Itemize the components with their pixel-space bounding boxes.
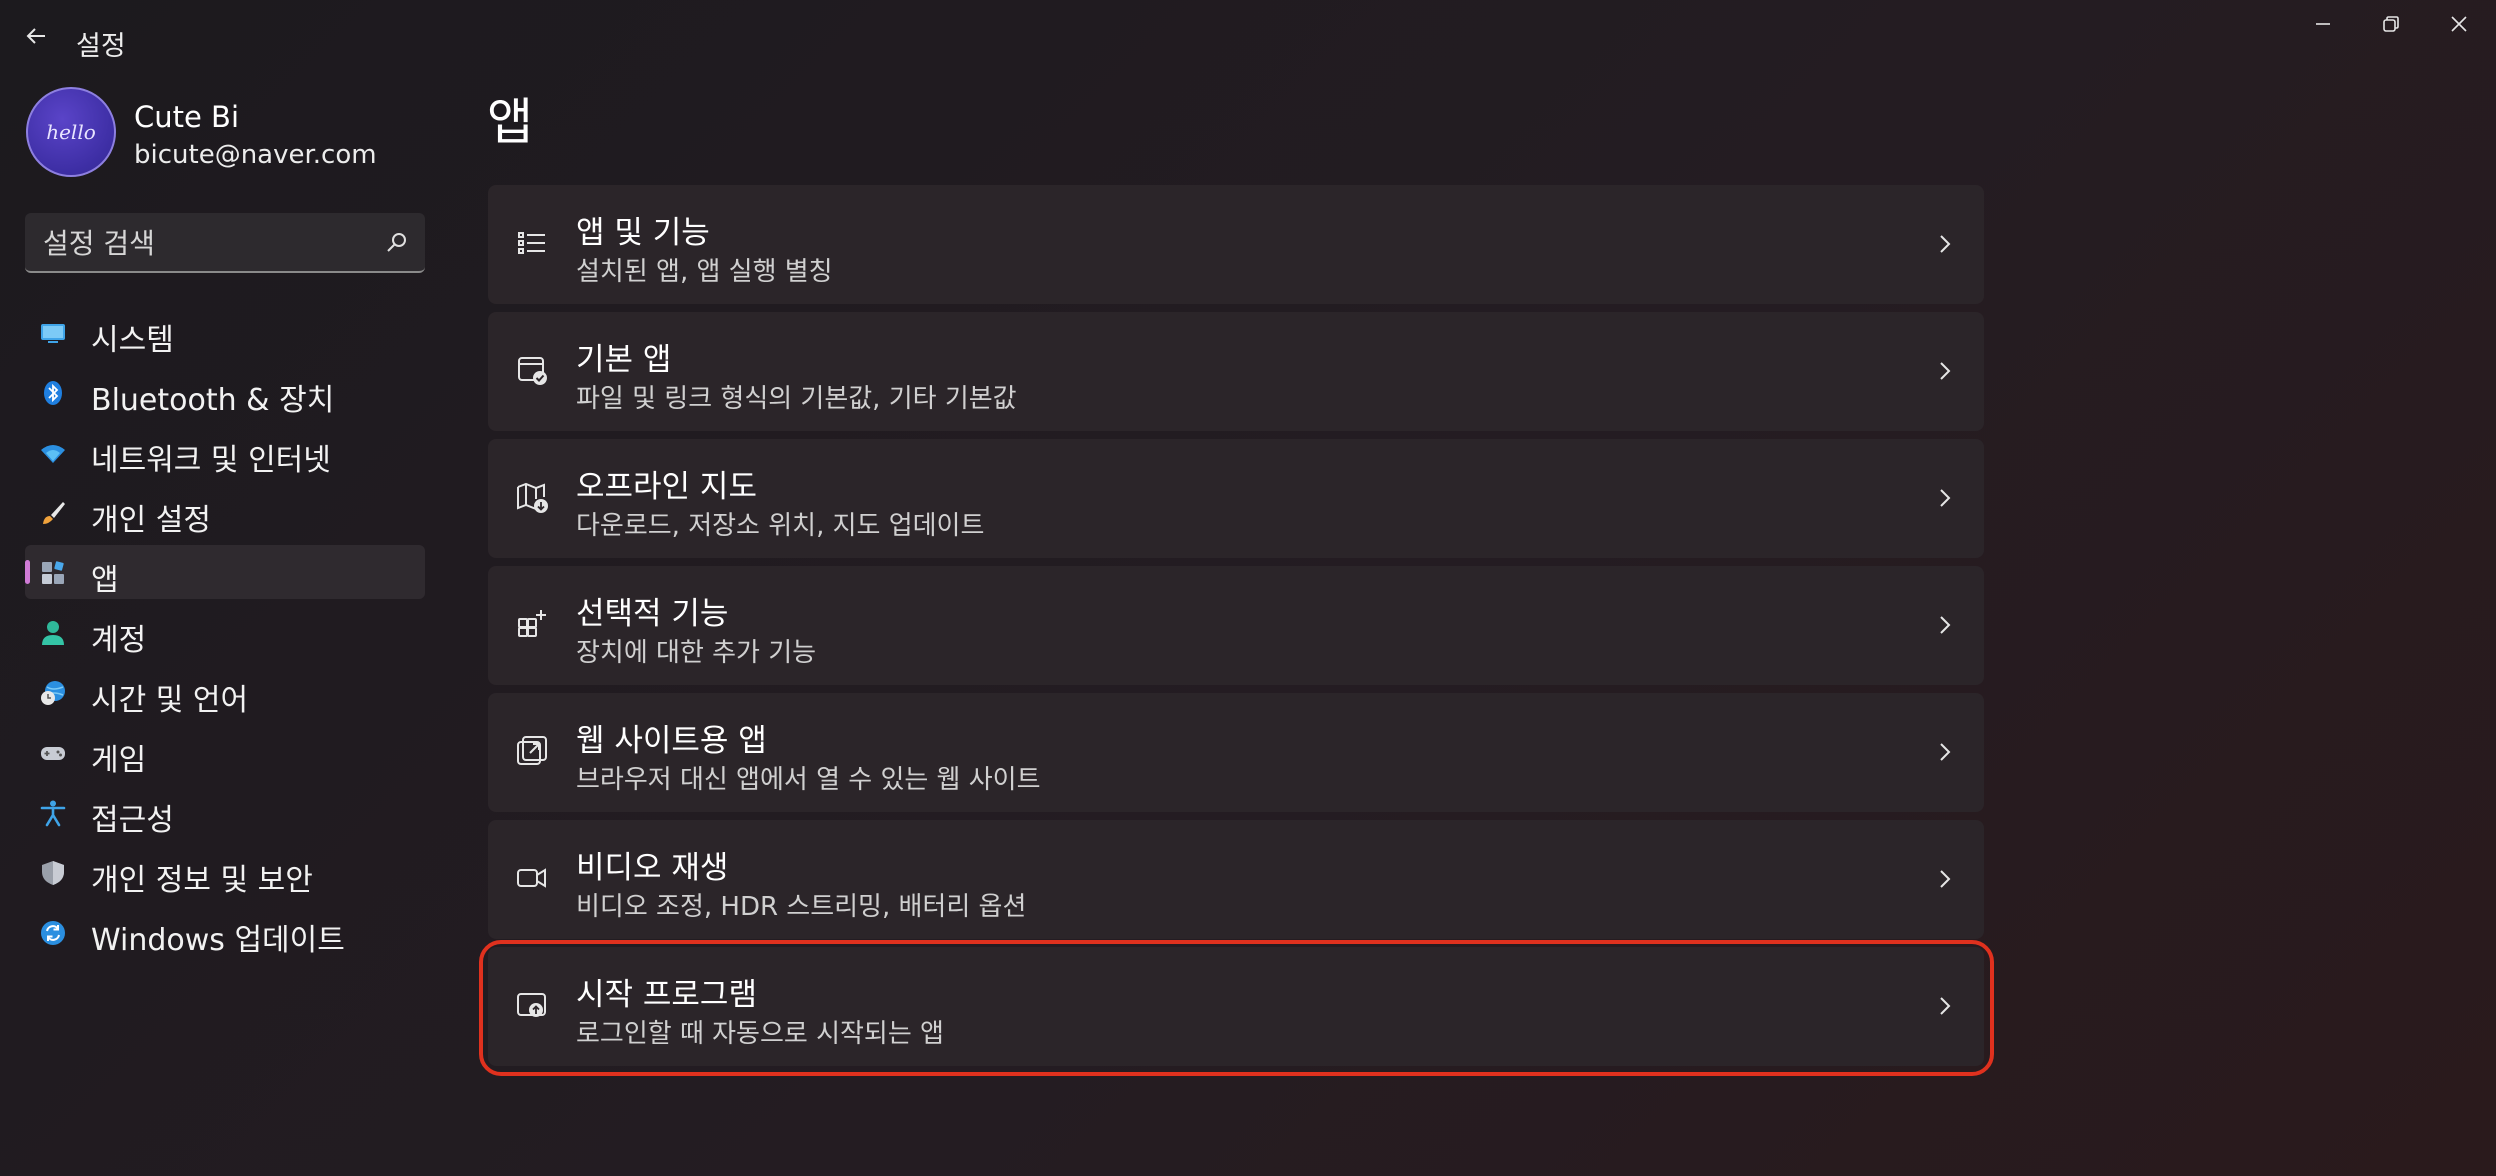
window-title: 설정 — [76, 31, 126, 62]
avatar-text: hello — [46, 120, 96, 144]
chevron-right-icon — [1940, 870, 1951, 888]
card-subtitle: 파일 및 링크 형식의 기본값, 기타 기본값 — [576, 384, 1017, 414]
gamepad-icon — [41, 747, 65, 760]
restore-button[interactable] — [2356, 0, 2426, 48]
close-icon — [2451, 16, 2467, 32]
user-email: bicute@naver.com — [134, 140, 377, 170]
title-bar: 설정 — [0, 0, 2496, 76]
sidebar-item-network[interactable]: 네트워크 및 인터넷 — [25, 425, 425, 479]
card-title: 앱 및 기능 — [576, 215, 710, 251]
sidebar-item-gaming[interactable]: 게임 — [25, 725, 425, 779]
card-apps-features[interactable]: 앱 및 기능 설치된 앱, 앱 실행 별칭 — [488, 185, 1984, 304]
sidebar-item-accessibility[interactable]: 접근성 — [25, 785, 425, 839]
brush-icon — [43, 502, 65, 524]
person-icon — [42, 621, 64, 645]
sidebar-nav: 시스템 Bluetooth & 장치 네트워크 및 인터넷 개인 설정 앱 계정… — [25, 305, 425, 965]
page-title: 앱 — [487, 93, 533, 151]
sidebar-item-label: 시스템 — [91, 323, 174, 358]
bluetooth-icon — [44, 381, 62, 405]
apps-icon — [42, 561, 64, 584]
accessibility-icon — [40, 800, 66, 827]
sidebar-item-label: Bluetooth & 장치 — [91, 383, 335, 418]
chevron-right-icon — [1940, 489, 1951, 507]
chevron-right-icon — [1940, 235, 1951, 253]
sidebar-item-accounts[interactable]: 계정 — [25, 605, 425, 659]
sidebar-item-windows-update[interactable]: Windows 업데이트 — [25, 905, 425, 959]
card-video-playback[interactable]: 비디오 재생 비디오 조정, HDR 스트리밍, 배터리 옵션 — [488, 820, 1984, 939]
card-subtitle: 장치에 대한 추가 기능 — [576, 638, 817, 668]
sidebar-item-time-language[interactable]: 시간 및 언어 — [25, 665, 425, 719]
sidebar-item-label: 개인 설정 — [91, 503, 211, 538]
sidebar-item-privacy-security[interactable]: 개인 정보 및 보안 — [25, 845, 425, 899]
sidebar-item-label: 개인 정보 및 보안 — [91, 863, 313, 898]
card-subtitle: 다운로드, 저장소 위치, 지도 업데이트 — [576, 511, 985, 541]
card-title: 웹 사이트용 앱 — [576, 723, 767, 759]
map-download-icon — [517, 482, 548, 513]
sidebar-item-label: 계정 — [91, 623, 147, 658]
sidebar-item-label: 게임 — [91, 743, 147, 778]
back-arrow-icon — [26, 28, 45, 44]
card-apps-for-websites[interactable]: 웹 사이트용 앱 브라우저 대신 앱에서 열 수 있는 웹 사이트 — [488, 693, 1984, 812]
chevron-right-icon — [1940, 997, 1951, 1015]
card-title: 선택적 기능 — [576, 596, 729, 632]
sidebar-item-label: 앱 — [91, 563, 119, 598]
card-title: 비디오 재생 — [576, 850, 729, 886]
card-subtitle: 브라우저 대신 앱에서 열 수 있는 웹 사이트 — [576, 765, 1041, 795]
sidebar-item-personalization[interactable]: 개인 설정 — [25, 485, 425, 539]
search-box[interactable] — [25, 213, 425, 273]
user-name: Cute Bi — [134, 100, 240, 134]
update-icon — [41, 921, 65, 945]
settings-window: 설정 hello Cute Bi bicute@naver.com 설정 검색 … — [0, 0, 2496, 1176]
add-features-icon — [518, 610, 546, 637]
sidebar-item-bluetooth[interactable]: Bluetooth & 장치 — [25, 365, 425, 419]
chevron-right-icon — [1940, 362, 1951, 380]
card-offline-maps[interactable]: 오프라인 지도 다운로드, 저장소 위치, 지도 업데이트 — [488, 439, 1984, 558]
shield-icon — [42, 861, 64, 885]
chevron-right-icon — [1940, 743, 1951, 761]
monitor-icon — [41, 324, 65, 343]
sidebar-item-label: 시간 및 언어 — [91, 683, 249, 718]
avatar[interactable]: hello — [26, 87, 116, 177]
restore-icon — [2383, 16, 2399, 32]
sidebar-item-label: Windows 업데이트 — [91, 923, 345, 958]
sidebar-item-system[interactable]: 시스템 — [25, 305, 425, 359]
sidebar-item-label: 네트워크 및 인터넷 — [91, 443, 331, 478]
minimize-icon — [2316, 23, 2330, 25]
sidebar-item-apps[interactable]: 앱 — [25, 545, 425, 599]
close-button[interactable] — [2424, 0, 2494, 48]
card-title: 시작 프로그램 — [576, 977, 757, 1013]
back-button[interactable] — [18, 18, 54, 54]
minimize-button[interactable] — [2288, 0, 2358, 48]
card-default-apps[interactable]: 기본 앱 파일 및 링크 형식의 기본값, 기타 기본값 — [488, 312, 1984, 431]
card-title: 오프라인 지도 — [576, 469, 757, 505]
wifi-icon — [41, 445, 65, 463]
search-icon[interactable] — [385, 231, 409, 255]
card-subtitle: 설치된 앱, 앱 실행 별칭 — [576, 257, 833, 287]
video-camera-icon — [517, 868, 546, 888]
open-external-icon — [517, 736, 547, 765]
card-startup[interactable]: 시작 프로그램 로그인할 때 자동으로 시작되는 앱 — [488, 947, 1984, 1066]
card-subtitle: 로그인할 때 자동으로 시작되는 앱 — [576, 1019, 944, 1049]
default-apps-icon — [518, 357, 547, 385]
search-input[interactable] — [43, 223, 373, 263]
chevron-right-icon — [1940, 616, 1951, 634]
card-optional-features[interactable]: 선택적 기능 장치에 대한 추가 기능 — [488, 566, 1984, 685]
globe-clock-icon — [41, 681, 65, 705]
card-subtitle: 비디오 조정, HDR 스트리밍, 배터리 옵션 — [576, 892, 1027, 922]
sidebar-item-label: 접근성 — [91, 803, 174, 838]
startup-icon — [517, 993, 546, 1017]
list-icon — [518, 232, 545, 254]
card-title: 기본 앱 — [576, 342, 672, 378]
